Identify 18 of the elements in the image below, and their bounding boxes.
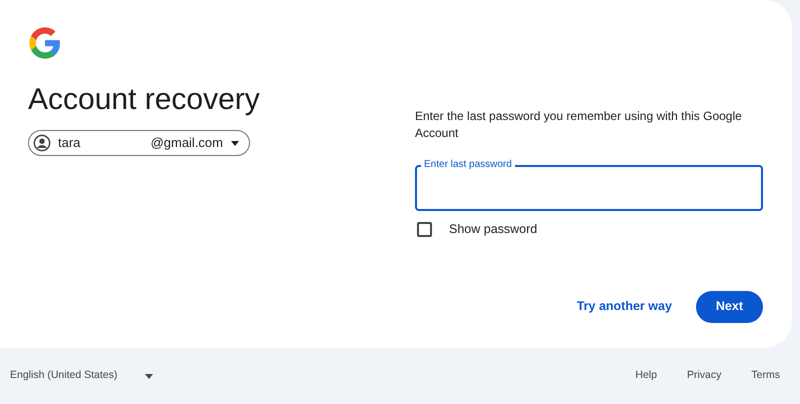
account-icon [33, 134, 51, 152]
caret-icon [231, 140, 239, 146]
footer-link[interactable]: Help [635, 368, 657, 384]
next-button[interactable]: Next [696, 290, 763, 323]
account-name: tara [58, 134, 80, 152]
footer-link[interactable]: Privacy [686, 368, 722, 384]
instruction-text: Enter the last password you remember using with this Google Account [415, 108, 743, 142]
page-title: Account recovery [28, 82, 261, 118]
footer-link[interactable]: Terms [751, 368, 780, 384]
google-logo-icon [28, 26, 62, 60]
account-domain: @gmail.com [150, 134, 223, 152]
caret-icon [145, 374, 154, 378]
checkbox-label: Show password [449, 221, 538, 238]
show-password-checkbox[interactable] [417, 222, 432, 237]
field-label: Enter last password [421, 158, 515, 172]
account-chip[interactable]: tara @gmail.com [28, 130, 250, 156]
language-selector[interactable]: English (United States) [10, 368, 118, 384]
try-another-way-button[interactable]: Try another way [574, 290, 674, 323]
